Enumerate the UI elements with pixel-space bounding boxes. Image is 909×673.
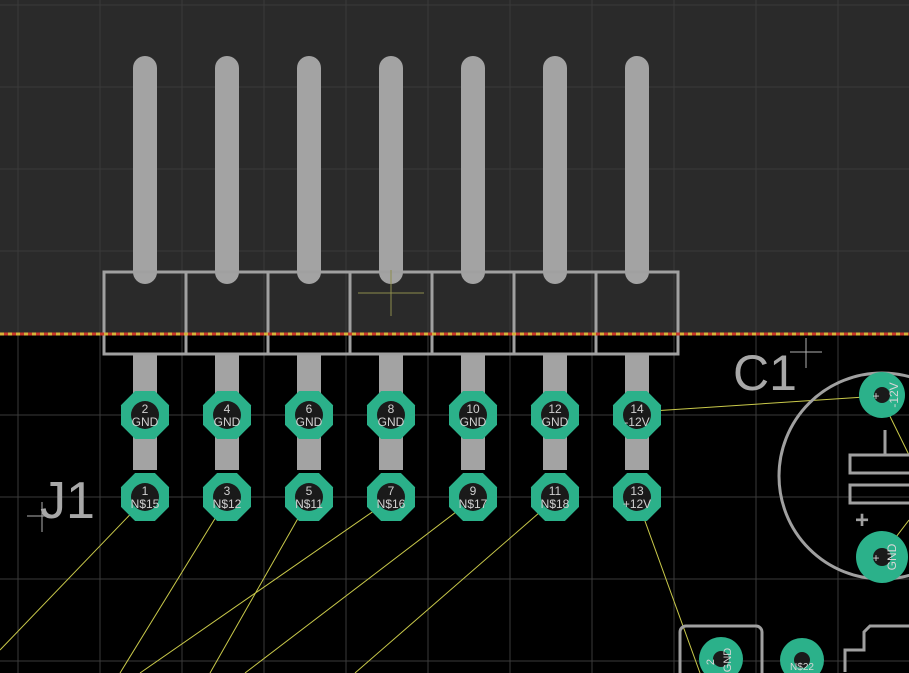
c1-designator: C1 — [733, 345, 797, 401]
c1-pad-bottom[interactable]: + GND — [856, 531, 908, 583]
j1-pad-12[interactable]: 12GND — [531, 391, 579, 439]
pad-number: 10 — [466, 402, 480, 416]
part-right-pad-net: N$22 — [790, 662, 814, 673]
pad-net-name: N$12 — [213, 497, 242, 511]
c1-pad-top-mark: + — [872, 389, 879, 403]
pad-number: 6 — [306, 402, 313, 416]
pad-net-name: N$17 — [459, 497, 488, 511]
j1-pad-2[interactable]: 2GND — [121, 391, 169, 439]
pad-net-name: -12V — [624, 415, 649, 429]
j1-pad-3[interactable]: 3N$12 — [203, 473, 251, 521]
pad-number: 11 — [549, 484, 562, 498]
pad-number: 13 — [630, 484, 644, 498]
pad-number: 1 — [142, 484, 149, 498]
pad-net-name: N$16 — [377, 497, 406, 511]
j1-pad-9[interactable]: 9N$17 — [449, 473, 497, 521]
j1-pad-11[interactable]: 11N$18 — [531, 473, 579, 521]
pad-number: 5 — [306, 484, 313, 498]
c1-pad-bottom-net: GND — [885, 543, 899, 570]
j1-pad-6[interactable]: 6GND — [285, 391, 333, 439]
pad-net-name: +12V — [623, 497, 651, 511]
pad-net-name: N$15 — [131, 497, 160, 511]
j1-pad-14[interactable]: 14-12V — [613, 391, 661, 439]
pad-number: 9 — [470, 484, 477, 498]
j1-pad-8[interactable]: 8GND — [367, 391, 415, 439]
c1-polarity-mark: + — [855, 507, 869, 534]
pad-net-name: GND — [542, 415, 569, 429]
c1-pad-bottom-mark: + — [872, 551, 879, 565]
c1-pad-top[interactable]: + -12V — [859, 372, 905, 418]
j1-pad-4[interactable]: 4GND — [203, 391, 251, 439]
j1-pad-13[interactable]: 13+12V — [613, 473, 661, 521]
j1-pad-5[interactable]: 5N$11 — [285, 473, 333, 521]
pad-number: 12 — [548, 402, 562, 416]
pad-net-name: N$18 — [541, 497, 570, 511]
j1-pad-7[interactable]: 7N$16 — [367, 473, 415, 521]
pad-net-name: GND — [132, 415, 159, 429]
pad-net-name: GND — [460, 415, 487, 429]
j1-pad-10[interactable]: 10GND — [449, 391, 497, 439]
pad-number: 7 — [388, 484, 395, 498]
pad-net-name: GND — [214, 415, 241, 429]
pcb-board-canvas[interactable]: 2GND4GND6GND8GND10GND12GND14-12V1N$153N$… — [0, 0, 909, 673]
pad-number: 2 — [142, 402, 149, 416]
pad-number: 4 — [224, 402, 231, 416]
pad-number: 8 — [388, 402, 395, 416]
pad-net-name: GND — [296, 415, 323, 429]
part-left-pad-number: 2 — [705, 659, 717, 665]
j1-pad-1[interactable]: 1N$15 — [121, 473, 169, 521]
pad-number: 14 — [630, 402, 644, 416]
c1-pad-top-net: -12V — [887, 382, 901, 407]
pad-net-name: GND — [378, 415, 405, 429]
pad-number: 3 — [224, 484, 231, 498]
pad-net-name: N$11 — [295, 497, 323, 511]
part-left-pad-net: GND — [722, 648, 734, 673]
j1-designator: J1 — [40, 472, 95, 530]
